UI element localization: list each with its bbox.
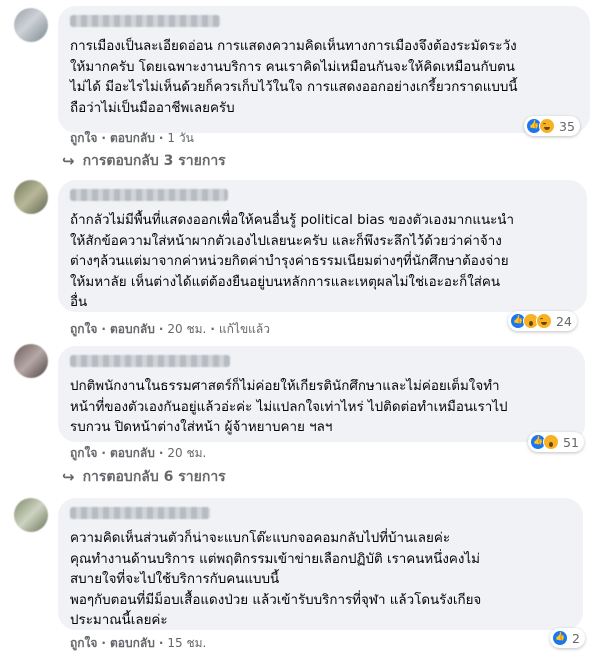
comment-actions: ถูกใจ · ตอบกลับ · 15 ชม. — [70, 636, 207, 650]
haha-icon — [536, 313, 552, 329]
reaction-summary[interactable]: 51 — [528, 432, 584, 452]
comment-bubble: ปกติพนักงานในธรรมศาสตร์ก็ไม่ค่อยให้เกียร… — [58, 346, 585, 442]
comment-text: ความคิดเห็นส่วนตัวก็น่าจะแบกโต๊ะแบกจอคอม… — [70, 531, 482, 628]
like-icon — [552, 630, 568, 646]
comment-bubble: ถ้ากลัวไม่มีพื้นที่แสดงออกเพื่อให้คนอื่น… — [58, 180, 587, 312]
comment-text: ถ้ากลัวไม่มีพื้นที่แสดงออกเพื่อให้คนอื่น… — [70, 213, 514, 310]
avatar[interactable] — [14, 498, 48, 532]
comment-actions: ถูกใจ · ตอบกลับ · 1 วัน — [70, 131, 194, 145]
comment-text: ปกติพนักงานในธรรมศาสตร์ก็ไม่ค่อยให้เกียร… — [70, 379, 508, 435]
timestamp[interactable]: 20 ชม. — [167, 322, 206, 336]
comment-bubble: ความคิดเห็นส่วนตัวก็น่าจะแบกโต๊ะแบกจอคอม… — [58, 498, 583, 630]
reply-arrow-icon: ↪ — [62, 152, 75, 170]
avatar[interactable] — [14, 180, 48, 214]
comment-actions: ถูกใจ · ตอบกลับ · 20 ชม. — [70, 446, 207, 460]
reaction-summary[interactable]: 24 — [508, 311, 577, 331]
reply-button[interactable]: ตอบกลับ — [110, 322, 155, 336]
like-button[interactable]: ถูกใจ — [70, 446, 97, 460]
replies-label: การตอบกลับ 6 รายการ — [82, 469, 226, 485]
timestamp[interactable]: 15 ชม. — [167, 636, 206, 650]
reply-button[interactable]: ตอบกลับ — [110, 636, 155, 650]
reply-button[interactable]: ตอบกลับ — [110, 446, 155, 460]
reaction-count: 24 — [556, 313, 572, 329]
reaction-summary[interactable]: 2 — [550, 628, 585, 648]
reaction-count: 2 — [572, 630, 580, 646]
comment-bubble: การเมืองเป็นละเอียดอ่อน การแสดงความคิดเห… — [58, 6, 590, 133]
like-button[interactable]: ถูกใจ — [70, 636, 97, 650]
blurred-commenter-name[interactable] — [70, 15, 220, 27]
timestamp[interactable]: 20 ชม. — [167, 446, 206, 460]
avatar[interactable] — [14, 8, 48, 42]
reply-arrow-icon: ↪ — [62, 468, 75, 486]
comment-text: การเมืองเป็นละเอียดอ่อน การแสดงความคิดเห… — [70, 39, 518, 116]
reaction-summary[interactable]: 35 — [524, 116, 580, 136]
blurred-commenter-name[interactable] — [70, 355, 230, 367]
reaction-count: 35 — [559, 118, 575, 134]
wow-icon — [543, 434, 559, 450]
blurred-commenter-name[interactable] — [70, 507, 210, 519]
timestamp[interactable]: 1 วัน — [167, 131, 193, 145]
like-button[interactable]: ถูกใจ — [70, 131, 97, 145]
edited-label[interactable]: แก้ไขแล้ว — [219, 322, 270, 336]
like-button[interactable]: ถูกใจ — [70, 322, 97, 336]
reaction-count: 51 — [563, 434, 579, 450]
view-replies-button[interactable]: ↪ การตอบกลับ 6 รายการ — [62, 466, 226, 488]
blurred-commenter-name[interactable] — [70, 189, 228, 201]
avatar[interactable] — [14, 344, 48, 378]
haha-icon — [539, 118, 555, 134]
reply-button[interactable]: ตอบกลับ — [110, 131, 155, 145]
comment-actions: ถูกใจ · ตอบกลับ · 20 ชม. · แก้ไขแล้ว — [70, 322, 270, 336]
view-replies-button[interactable]: ↪ การตอบกลับ 3 รายการ — [62, 150, 226, 172]
replies-label: การตอบกลับ 3 รายการ — [82, 153, 226, 169]
